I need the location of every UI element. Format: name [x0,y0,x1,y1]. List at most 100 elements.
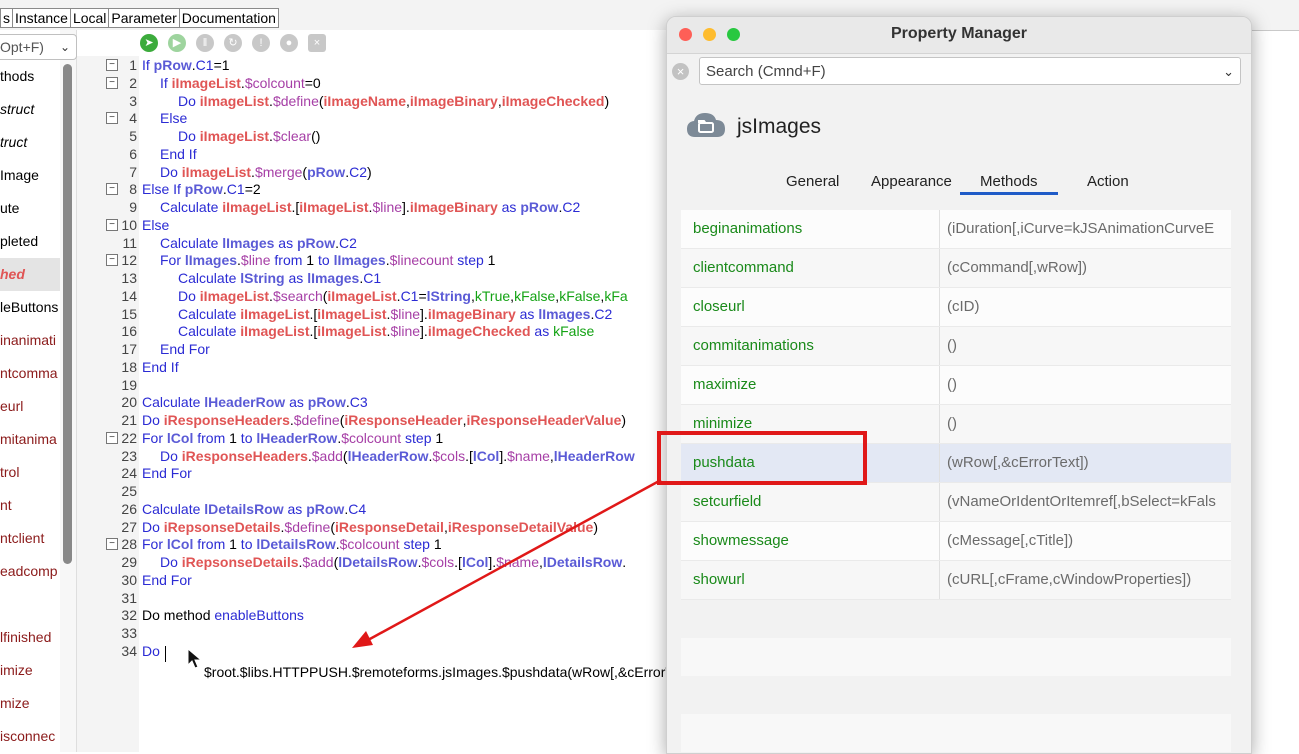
method-list-item[interactable]: ute [0,192,60,225]
code-token: $linecount [389,252,454,269]
autocomplete-hint[interactable]: $root.$libs.HTTPPUSH.$remoteforms.jsImag… [204,664,700,680]
code-line[interactable]: −12 For lImages.$line from 1 to lImages.$… [77,251,677,269]
code-line[interactable]: −8 Else If pRow.C1=2 [77,180,677,198]
method-list-item[interactable]: hed [0,258,60,291]
code-line[interactable]: 34 Do [77,642,677,660]
code-line[interactable]: 3 Do iImageList.$define(iImageName,iImage… [77,92,677,110]
code-line[interactable]: 33 [77,624,677,642]
code-line[interactable]: 21 Do iResponseHeaders.$define(iResponseH… [77,411,677,429]
code-line[interactable]: −4 Else [77,109,677,127]
info-icon[interactable]: ! [252,34,270,52]
method-row-beginanimations[interactable]: beginanimations (iDuration[,iCurve=kJSAni… [681,210,1231,249]
method-list-item[interactable]: nt [0,489,60,522]
method-row-clientcommand[interactable]: clientcommand (cCommand[,wRow]) [681,249,1231,288]
method-row-showurl[interactable]: showurl (cURL[,cFrame,cWindowProperties]) [681,561,1231,600]
code-line[interactable]: −2 If iImageList.$colcount=0 [77,74,677,92]
code-line[interactable]: 5 Do iImageList.$clear() [77,127,677,145]
code-line[interactable]: 23 Do iResponseHeaders.$add(lHeaderRow.$c… [77,447,677,465]
tab-appearance[interactable]: Appearance [871,173,952,190]
code-line[interactable]: 27 Do iRepsonseDetails.$define(iResponseD… [77,518,677,536]
code-line[interactable]: −22 For lCol from 1 to lHeaderRow.$colcou… [77,429,677,447]
tab-parameter[interactable]: Parameter [108,8,180,28]
play-icon[interactable]: ▶ [168,34,186,52]
method-list-item[interactable]: pleted [0,225,60,258]
pause-icon[interactable]: ‖ [196,34,214,52]
code-line[interactable]: 32 Do method enableButtons [77,606,677,624]
code-line[interactable]: 29 Do iRepsonseDetails.$add(lDetailsRow.$… [77,553,677,571]
method-search-field[interactable]: Opt+F) ⌄ [0,34,77,60]
code-line[interactable]: 20 Calculate lHeaderRow as pRow.C3 [77,393,677,411]
code-line[interactable]: 30 End For [77,571,677,589]
step-icon[interactable]: ➤ [140,34,158,52]
method-list-item[interactable]: trol [0,456,60,489]
code-token: Do [178,287,200,304]
code-line[interactable]: 11 Calculate lImages as pRow.C2 [77,234,677,252]
code-line[interactable]: 7 Do iImageList.$merge(pRow.C2) [77,163,677,181]
code-token: $merge [254,163,303,180]
method-list-item[interactable]: lfinished [0,621,60,654]
method-row-showmessage[interactable]: showmessage (cMessage[,cTitle]) [681,522,1231,561]
scrollbar-thumb[interactable] [63,64,72,564]
method-list-item[interactable]: imize [0,654,60,687]
method-list-item[interactable]: ntclient [0,522,60,555]
code-text: End For [160,340,210,358]
clear-search-icon[interactable]: × [672,63,689,80]
close-icon[interactable]: × [308,34,326,52]
method-row-maximize[interactable]: maximize () [681,366,1231,405]
code-token: $cols [432,447,466,464]
code-line[interactable]: 15 Calculate iImageList.[iImageList.$line… [77,305,677,323]
code-line[interactable]: 9 Calculate iImageList.[iImageList.$line]… [77,198,677,216]
code-line[interactable]: 17 End For [77,340,677,358]
code-token: ) [366,163,372,180]
method-list-item[interactable]: eurl [0,390,60,423]
method-list-item[interactable]: inanimati [0,324,60,357]
code-token: as [274,234,297,251]
code-token: from [193,429,230,446]
code-line[interactable]: 13 Calculate lString as lImages.C1 [77,269,677,287]
method-list-item[interactable]: mize [0,687,60,720]
tab-local[interactable]: Local [69,8,110,28]
tab-documentation[interactable]: Documentation [178,8,279,28]
method-list-item[interactable]: ntcomma [0,357,60,390]
code-line[interactable]: −1 If pRow.C1=1 [77,56,677,74]
code-text: Calculate lDetailsRow as pRow.C4 [142,500,366,518]
method-parameters: (cURL[,cFrame,cWindowProperties]) [947,571,1192,588]
code-line[interactable]: 6 End If [77,145,677,163]
method-row-commitanimations[interactable]: commitanimations () [681,327,1231,366]
code-line[interactable]: 16 Calculate iImageList.[iImageList.$line… [77,322,677,340]
code-line[interactable]: −28 For lCol from 1 to lDetailsRow.$colco… [77,535,677,553]
user-icon[interactable]: ● [280,34,298,52]
chevron-down-icon[interactable]: ⌄ [1223,58,1234,86]
code-line[interactable]: 25 [77,482,677,500]
code-line[interactable]: −10 Else [77,216,677,234]
code-line[interactable]: 18 End If [77,358,677,376]
code-token: lImages [538,305,591,322]
code-line[interactable]: 31 [77,589,677,607]
refresh-icon[interactable]: ↻ [224,34,242,52]
line-number: 2 [129,74,137,91]
code-text: Do [142,642,160,660]
tab-methods[interactable]: Methods [960,173,1058,195]
tab-instance[interactable]: Instance [12,8,71,28]
tab-action[interactable]: Action [1087,173,1129,190]
method-row-closeurl[interactable]: closeurl (cID) [681,288,1231,327]
method-row-setcurfield[interactable]: setcurfield (vNameOrIdentOrItemref[,bSele… [681,483,1231,522]
method-list-item[interactable]: mitanima [0,423,60,456]
code-token: iImageList [199,128,270,144]
method-list-item[interactable]: Image [0,159,60,192]
method-list-item[interactable]: eadcomp [0,555,60,588]
method-list-item[interactable]: isconnec [0,720,60,752]
code-line[interactable]: 24 End For [77,464,677,482]
code-token: lImages [333,252,386,269]
code-line[interactable]: 19 [77,376,677,394]
property-search-input[interactable]: Search (Cmnd+F) ⌄ [699,57,1241,85]
chevron-down-icon[interactable]: ⌄ [60,35,70,59]
tab-general[interactable]: General [786,173,839,190]
method-list-item[interactable]: leButtons [0,291,60,324]
method-list-item[interactable]: thods [0,60,60,93]
code-line[interactable]: 26 Calculate lDetailsRow as pRow.C4 [77,500,677,518]
method-list-item[interactable]: truct [0,126,60,159]
code-line[interactable]: 14 Do iImageList.$search(iImageList.C1=lS… [77,287,677,305]
method-list-item[interactable]: struct [0,93,60,126]
method-list-item[interactable] [0,588,60,621]
